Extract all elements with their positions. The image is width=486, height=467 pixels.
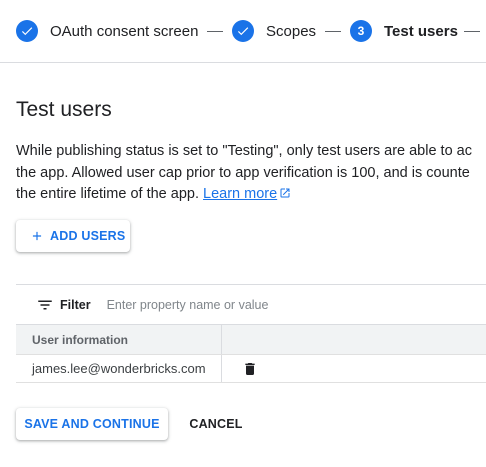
- learn-more-label: Learn more: [203, 186, 278, 202]
- check-icon: [16, 20, 38, 42]
- filter-input[interactable]: [104, 296, 409, 313]
- step-oauth-consent[interactable]: OAuth consent screen: [16, 20, 198, 42]
- description-line: While publishing status is set to "Testi…: [16, 143, 472, 159]
- step-divider: [325, 31, 341, 32]
- step-label: Test users: [384, 22, 458, 40]
- plus-icon: [30, 229, 44, 243]
- step-label: Scopes: [266, 22, 317, 40]
- row-actions: [222, 355, 486, 382]
- column-header-actions: [222, 325, 486, 354]
- trash-icon[interactable]: [242, 361, 258, 377]
- save-and-continue-button[interactable]: SAVE AND CONTINUE: [16, 408, 168, 440]
- filter-bar: Filter: [16, 284, 486, 324]
- user-email: james.lee@wonderbricks.com: [16, 355, 222, 382]
- filter-label: Filter: [60, 297, 91, 312]
- step-divider: [464, 31, 480, 32]
- add-users-label: ADD USERS: [50, 229, 126, 243]
- description-line-text: the entire lifetime of the app.: [16, 186, 199, 202]
- stepper: OAuth consent screen Scopes 3 Test users: [0, 0, 486, 63]
- add-users-button[interactable]: ADD USERS: [16, 220, 130, 252]
- description: While publishing status is set to "Testi…: [16, 141, 486, 207]
- column-header-user-information[interactable]: User information: [16, 325, 222, 354]
- filter-icon[interactable]: [36, 296, 54, 314]
- step-label: OAuth consent screen: [50, 22, 199, 40]
- external-link-icon: [279, 185, 291, 207]
- users-table: Filter User information james.lee@wonder…: [16, 284, 486, 383]
- check-icon: [232, 20, 254, 42]
- table-header: User information: [16, 324, 486, 354]
- step-test-users[interactable]: 3 Test users: [350, 20, 458, 42]
- step-divider: [207, 31, 223, 32]
- step-number-badge: 3: [350, 20, 372, 42]
- learn-more-link[interactable]: Learn more: [203, 186, 277, 202]
- description-line: the app. Allowed user cap prior to app v…: [16, 164, 470, 181]
- table-row: james.lee@wonderbricks.com: [16, 354, 486, 383]
- cancel-button[interactable]: CANCEL: [180, 408, 252, 440]
- description-line: the entire lifetime of the app. Learn mo…: [16, 184, 486, 207]
- page-title: Test users: [16, 98, 112, 121]
- step-scopes[interactable]: Scopes: [232, 20, 316, 42]
